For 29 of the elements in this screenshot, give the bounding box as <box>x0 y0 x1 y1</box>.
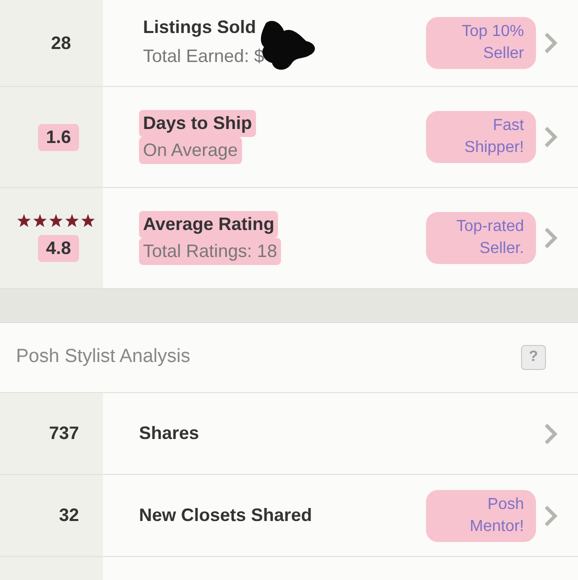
stat-title: Days to Ship <box>139 110 256 137</box>
section-title: Posh Stylist Analysis <box>16 345 190 370</box>
star-icon <box>17 214 31 227</box>
badge-label: Posh Mentor! <box>426 490 536 542</box>
help-button[interactable]: ? <box>521 345 546 370</box>
stat-title: Shares <box>139 422 200 445</box>
badge-label: Top-rated Seller. <box>426 212 536 264</box>
stat-value: 4.8 <box>38 235 79 262</box>
star-icon <box>33 214 47 227</box>
stat-subtitle: Total Ratings: 18 <box>139 238 282 265</box>
stat-value: 1.6 <box>38 124 79 150</box>
badge-label: Top 10% Seller <box>426 17 536 69</box>
star-icon <box>65 214 79 227</box>
badge-label: Fast Shipper! <box>426 111 536 163</box>
chevron-right-icon <box>544 422 558 444</box>
stat-value: 737 <box>48 422 79 445</box>
stat-value: 32 <box>58 504 79 527</box>
chevron-right-icon <box>544 227 558 249</box>
star-icon <box>81 214 95 227</box>
chevron-right-icon <box>544 126 558 148</box>
stat-title: New Closets Shared <box>139 504 314 527</box>
stat-title: Listings Sold <box>142 16 258 39</box>
stat-title: Average Rating <box>139 211 278 238</box>
chevron-right-icon <box>544 32 558 54</box>
stat-subtitle: Total Earned: $ <box>142 45 266 68</box>
star-icon <box>49 214 63 227</box>
chevron-right-icon <box>544 504 558 526</box>
stat-subtitle: On Average <box>139 137 242 164</box>
stat-value: 28 <box>50 32 72 54</box>
